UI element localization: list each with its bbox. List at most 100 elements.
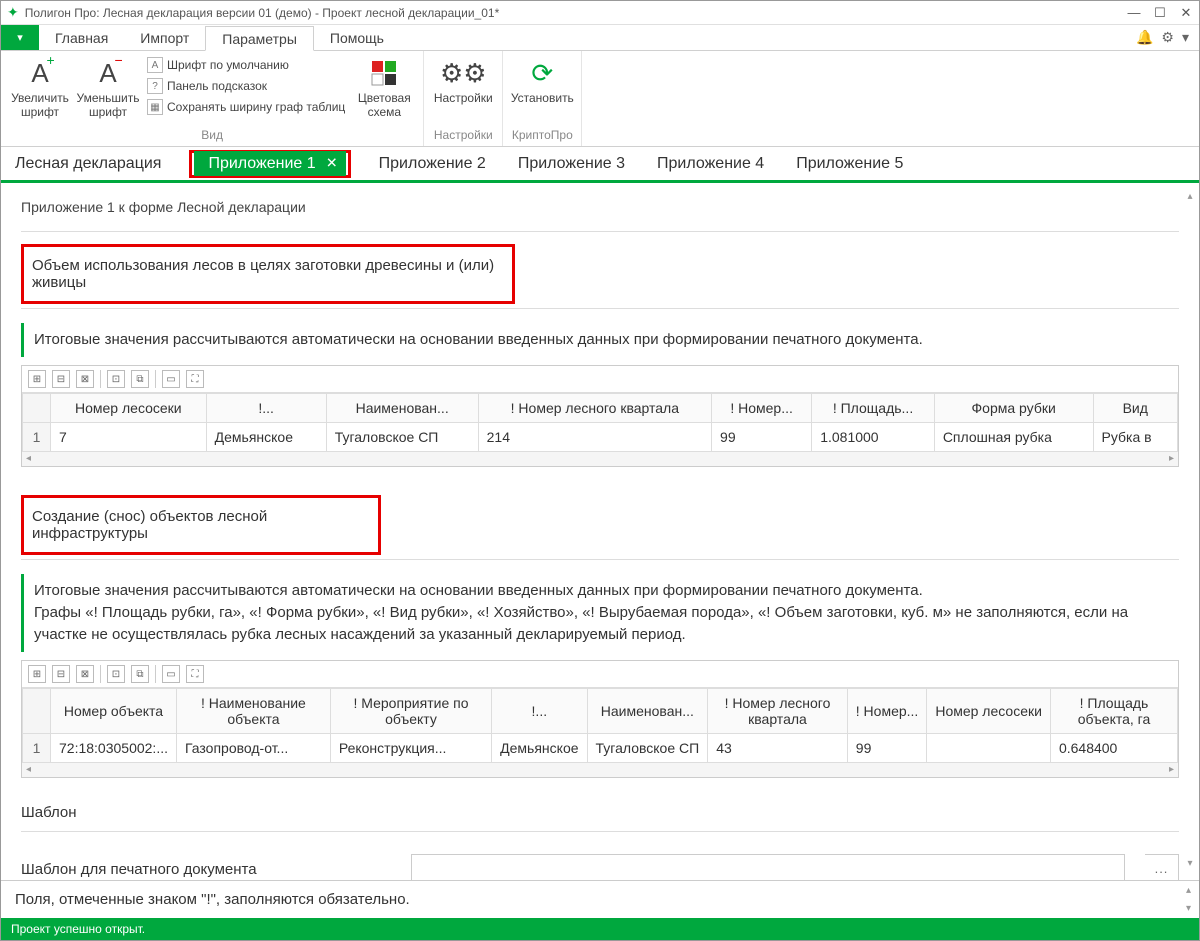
info-box-1: Итоговые значения рассчитываются автомат…: [21, 323, 1179, 357]
settings-small-icon[interactable]: ⚙: [1161, 29, 1174, 46]
color-scheme-icon: [371, 57, 397, 89]
increase-font-icon: A+: [31, 57, 48, 89]
table2-hscroll[interactable]: ◂▸: [22, 763, 1178, 777]
table-btn-3[interactable]: ⊠: [76, 370, 94, 388]
document-tabs: Лесная декларация Приложение 1 ✕ Приложе…: [1, 147, 1199, 183]
save-column-width-button[interactable]: ▦Сохранять ширину граф таблиц: [143, 97, 349, 117]
divider: [21, 559, 1179, 560]
font-icon: A: [147, 57, 163, 73]
col-name1[interactable]: Наименован...: [326, 394, 478, 423]
col2-number[interactable]: ! Номер...: [847, 689, 927, 734]
table-btn-5[interactable]: ⧉: [131, 370, 149, 388]
hint-panel-button[interactable]: ?Панель подсказок: [143, 76, 349, 96]
decrease-font-icon: A−: [99, 57, 116, 89]
doctab-appendix-1[interactable]: Приложение 1 ✕: [194, 151, 345, 176]
minimize-button[interactable]: —: [1127, 6, 1141, 20]
table-row[interactable]: 1 7 Демьянское Тугаловское СП 214 99 1.0…: [23, 423, 1178, 452]
status-bar: Проект успешно открыт.: [1, 918, 1199, 940]
col-vid[interactable]: Вид: [1093, 394, 1177, 423]
table-btn-1[interactable]: ⊞: [28, 370, 46, 388]
notifications-icon[interactable]: 🔔: [1136, 29, 1153, 46]
settings-button[interactable]: ⚙⚙ Настройки: [430, 55, 496, 107]
table-1: ⊞ ⊟ ⊠ ⊡ ⧉ ▭ ⛶ Номер лесосеки !... Наимен…: [21, 365, 1179, 467]
col2-name[interactable]: Наименован...: [587, 689, 708, 734]
col-excl1[interactable]: !...: [206, 394, 326, 423]
table-btn-4[interactable]: ⊡: [107, 370, 125, 388]
section2-title: Создание (снос) объектов лесной инфрастр…: [21, 495, 381, 555]
col2-object-name[interactable]: ! Наименование объекта: [177, 689, 331, 734]
template-label: Шаблон для печатного документа: [21, 861, 391, 878]
section1-title: Объем использования лесов в целях загото…: [21, 244, 515, 304]
table-btn-2[interactable]: ⊟: [52, 370, 70, 388]
maximize-button[interactable]: ☐: [1153, 6, 1167, 20]
col2-excl[interactable]: !...: [492, 689, 587, 734]
dropdown-small-icon[interactable]: ▾: [1182, 29, 1189, 46]
bottom-message: Поля, отмеченные знаком "!", заполняются…: [15, 891, 410, 908]
col2-event[interactable]: ! Мероприятие по объекту: [330, 689, 491, 734]
table-2: ⊞ ⊟ ⊠ ⊡ ⧉ ▭ ⛶ Номер объекта ! Наименован…: [21, 660, 1179, 778]
decrease-font-button[interactable]: A− Уменьшить шрифт: [75, 55, 141, 121]
table-row[interactable]: 1 72:18:0305002:... Газопровод-от... Рек…: [23, 734, 1178, 763]
col-area[interactable]: ! Площадь...: [812, 394, 935, 423]
scroll-up-button[interactable]: ▴: [1183, 191, 1197, 205]
ribbon-group-view-label: Вид: [7, 126, 417, 144]
table-btn-7[interactable]: ⛶: [186, 370, 204, 388]
table2-btn-5[interactable]: ⧉: [131, 665, 149, 683]
doctab-appendix-2[interactable]: Приложение 2: [375, 149, 490, 179]
col-lesoseka[interactable]: Номер лесосеки: [51, 394, 207, 423]
table2-btn-1[interactable]: ⊞: [28, 665, 46, 683]
hint-icon: ?: [147, 78, 163, 94]
default-font-button[interactable]: AШрифт по умолчанию: [143, 55, 349, 75]
template-browse-button[interactable]: ...: [1145, 854, 1179, 880]
col2-kvartal[interactable]: ! Номер лесного квартала: [708, 689, 848, 734]
tab-parameters[interactable]: Параметры: [205, 26, 314, 51]
col2-area[interactable]: ! Площадь объекта, га: [1050, 689, 1177, 734]
divider: [21, 231, 1179, 232]
col-kvartal[interactable]: ! Номер лесного квартала: [478, 394, 711, 423]
table2-btn-2[interactable]: ⊟: [52, 665, 70, 683]
status-text: Проект успешно открыт.: [11, 922, 145, 936]
ribbon-group-settings-label: Настройки: [430, 126, 496, 144]
menubar: ▾ Главная Импорт Параметры Помощь 🔔 ⚙ ▾: [1, 25, 1199, 51]
table-btn-6[interactable]: ▭: [162, 370, 180, 388]
tab-main[interactable]: Главная: [39, 25, 124, 50]
doctab-appendix-4[interactable]: Приложение 4: [653, 149, 768, 179]
info-box-2: Итоговые значения рассчитываются автомат…: [21, 574, 1179, 652]
table2-btn-3[interactable]: ⊠: [76, 665, 94, 683]
ribbon: A+ Увеличить шрифт A− Уменьшить шрифт AШ…: [1, 51, 1199, 147]
template-heading: Шаблон: [21, 786, 1179, 827]
col-rubka-form[interactable]: Форма рубки: [934, 394, 1093, 423]
col2-lesoseka[interactable]: Номер лесосеки: [927, 689, 1051, 734]
color-scheme-button[interactable]: Цветовая схема: [351, 55, 417, 121]
page-subtitle: Приложение 1 к форме Лесной декларации: [21, 193, 1179, 227]
divider: [21, 831, 1179, 832]
ribbon-group-crypto-label: КриптоПро: [509, 126, 575, 144]
panel-up-button[interactable]: ▴: [1186, 885, 1191, 896]
app-logo-icon: ✦: [7, 4, 19, 21]
close-tab-icon[interactable]: ✕: [326, 155, 338, 172]
table2-btn-6[interactable]: ▭: [162, 665, 180, 683]
bottom-panel: Поля, отмеченные знаком "!", заполняются…: [1, 880, 1199, 918]
content-area: ▴ Приложение 1 к форме Лесной декларации…: [1, 183, 1199, 880]
table2-btn-7[interactable]: ⛶: [186, 665, 204, 683]
doctab-declaration[interactable]: Лесная декларация: [11, 149, 165, 179]
refresh-icon: ⟳: [531, 57, 553, 89]
doctab-appendix-3[interactable]: Приложение 3: [514, 149, 629, 179]
titlebar: ✦ Полигон Про: Лесная декларация версии …: [1, 1, 1199, 25]
scroll-down-button[interactable]: ▾: [1183, 858, 1197, 872]
window-title: Полигон Про: Лесная декларация версии 01…: [25, 6, 1127, 20]
grid-icon: ▦: [147, 99, 163, 115]
tab-help[interactable]: Помощь: [314, 25, 400, 50]
install-button[interactable]: ⟳ Установить: [509, 55, 575, 107]
close-button[interactable]: ✕: [1179, 6, 1193, 20]
template-input[interactable]: [411, 854, 1125, 880]
col-number[interactable]: ! Номер...: [712, 394, 812, 423]
col2-object-num[interactable]: Номер объекта: [51, 689, 177, 734]
increase-font-button[interactable]: A+ Увеличить шрифт: [7, 55, 73, 121]
file-menu-button[interactable]: ▾: [1, 25, 39, 50]
doctab-appendix-5[interactable]: Приложение 5: [792, 149, 907, 179]
panel-down-button[interactable]: ▾: [1186, 903, 1191, 914]
tab-import[interactable]: Импорт: [124, 25, 205, 50]
table2-btn-4[interactable]: ⊡: [107, 665, 125, 683]
table-hscroll[interactable]: ◂▸: [22, 452, 1178, 466]
